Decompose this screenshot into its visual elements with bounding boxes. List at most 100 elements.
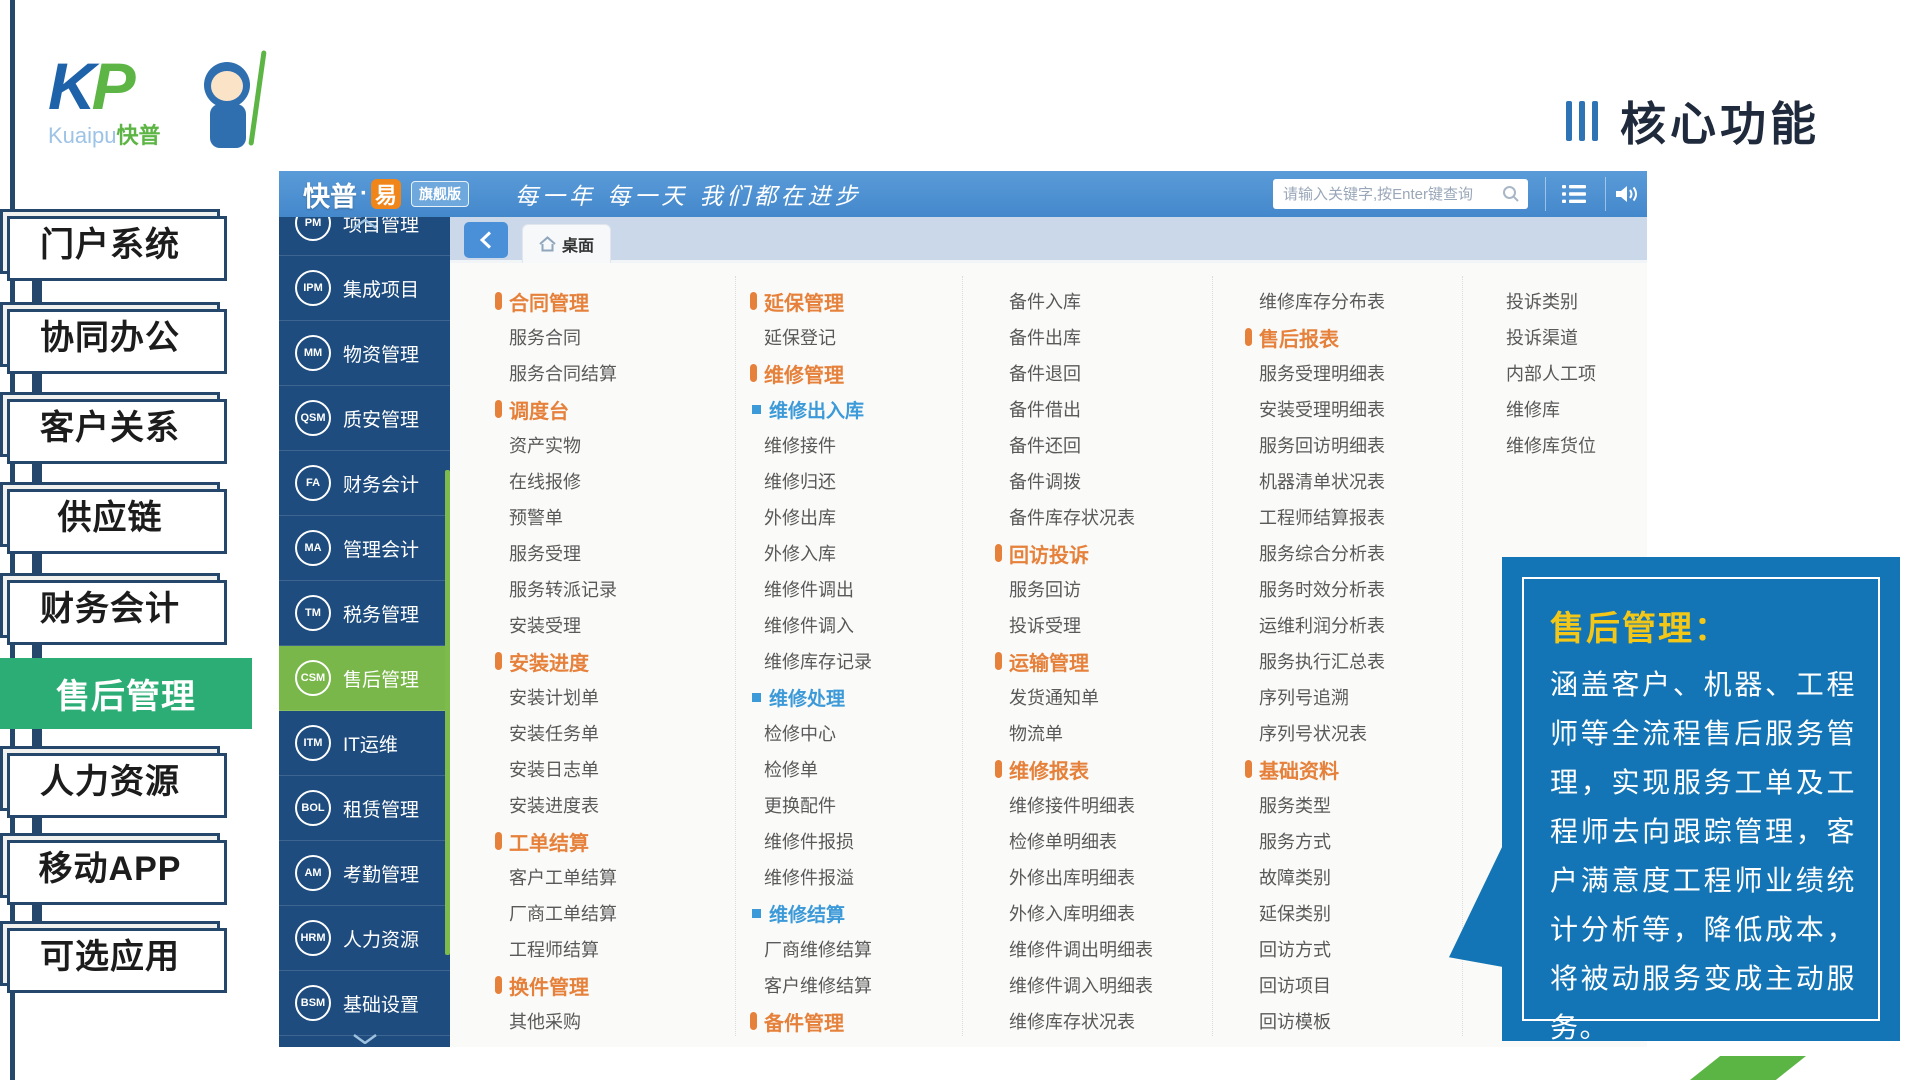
menu-item-维修件调入明细表[interactable]: 维修件调入明细表 bbox=[995, 972, 1153, 998]
menu-item-维修接件明细表[interactable]: 维修接件明细表 bbox=[995, 792, 1135, 818]
menu-item-维修件调入[interactable]: 维修件调入 bbox=[750, 612, 854, 638]
menu-item-安装进度表[interactable]: 安装进度表 bbox=[495, 792, 599, 818]
module-item-租赁管理[interactable]: BOL租赁管理 bbox=[279, 776, 450, 841]
module-item-质安管理[interactable]: QSM质安管理 bbox=[279, 386, 450, 451]
menu-item-维修接件[interactable]: 维修接件 bbox=[750, 432, 836, 458]
module-item-集成项目[interactable]: IPM集成项目 bbox=[279, 256, 450, 321]
menu-item-维修件调出明细表[interactable]: 维修件调出明细表 bbox=[995, 936, 1153, 962]
menu-item-故障类别[interactable]: 故障类别 bbox=[1245, 864, 1331, 890]
menu-item-检修单明细表[interactable]: 检修单明细表 bbox=[995, 828, 1117, 854]
menu-item-服务合同[interactable]: 服务合同 bbox=[495, 324, 581, 350]
menu-item-安装任务单[interactable]: 安装任务单 bbox=[495, 720, 599, 746]
menu-item-备件借出[interactable]: 备件借出 bbox=[995, 396, 1081, 422]
sidebar-item-协同办公[interactable]: 协同办公 bbox=[0, 302, 220, 367]
module-item-基础设置[interactable]: BSM基础设置 bbox=[279, 971, 450, 1036]
menu-item-预警单[interactable]: 预警单 bbox=[495, 504, 563, 530]
back-button[interactable] bbox=[464, 222, 508, 258]
menu-item-服务类型[interactable]: 服务类型 bbox=[1245, 792, 1331, 818]
menu-item-回访模板[interactable]: 回访模板 bbox=[1245, 1008, 1331, 1034]
sidebar-item-客户关系[interactable]: 客户关系 bbox=[0, 392, 220, 457]
menu-item-服务时效分析表[interactable]: 服务时效分析表 bbox=[1245, 576, 1385, 602]
menu-item-内部人工项[interactable]: 内部人工项 bbox=[1492, 360, 1596, 386]
menu-item-投诉渠道[interactable]: 投诉渠道 bbox=[1492, 324, 1578, 350]
menu-item-回访方式[interactable]: 回访方式 bbox=[1245, 936, 1331, 962]
menu-item-安装计划单[interactable]: 安装计划单 bbox=[495, 684, 599, 710]
module-item-物资管理[interactable]: MM物资管理 bbox=[279, 321, 450, 386]
search-box[interactable] bbox=[1273, 179, 1528, 209]
menu-item-客户维修结算[interactable]: 客户维修结算 bbox=[750, 972, 872, 998]
sidebar-item-人力资源[interactable]: 人力资源 bbox=[0, 746, 220, 811]
module-item-考勤管理[interactable]: AM考勤管理 bbox=[279, 841, 450, 906]
menu-item-延保登记[interactable]: 延保登记 bbox=[750, 324, 836, 350]
search-icon[interactable] bbox=[1502, 185, 1520, 203]
menu-item-外修入库[interactable]: 外修入库 bbox=[750, 540, 836, 566]
menu-item-物流单[interactable]: 物流单 bbox=[995, 720, 1063, 746]
menu-item-维修库存分布表[interactable]: 维修库存分布表 bbox=[1245, 288, 1385, 314]
menu-item-备件入库[interactable]: 备件入库 bbox=[995, 288, 1081, 314]
menu-item-序列号追溯[interactable]: 序列号追溯 bbox=[1245, 684, 1349, 710]
menu-item-服务回访[interactable]: 服务回访 bbox=[995, 576, 1081, 602]
menu-item-客户工单结算[interactable]: 客户工单结算 bbox=[495, 864, 617, 890]
chevron-up-icon[interactable] bbox=[279, 219, 450, 229]
tab-desktop[interactable]: 桌面 bbox=[522, 224, 611, 263]
menu-item-延保类别[interactable]: 延保类别 bbox=[1245, 900, 1331, 926]
menu-item-厂商工单结算[interactable]: 厂商工单结算 bbox=[495, 900, 617, 926]
menu-item-外修出库[interactable]: 外修出库 bbox=[750, 504, 836, 530]
module-item-IT运维[interactable]: ITMIT运维 bbox=[279, 711, 450, 776]
menu-item-在线报修[interactable]: 在线报修 bbox=[495, 468, 581, 494]
menu-item-维修件调出[interactable]: 维修件调出 bbox=[750, 576, 854, 602]
chevron-down-icon[interactable] bbox=[279, 1034, 450, 1044]
menu-item-更换配件[interactable]: 更换配件 bbox=[750, 792, 836, 818]
menu-item-维修库[interactable]: 维修库 bbox=[1492, 396, 1560, 422]
menu-item-备件库存状况表[interactable]: 备件库存状况表 bbox=[995, 504, 1135, 530]
menu-item-服务执行汇总表[interactable]: 服务执行汇总表 bbox=[1245, 648, 1385, 674]
menu-item-安装受理[interactable]: 安装受理 bbox=[495, 612, 581, 638]
menu-item-机器清单状况表[interactable]: 机器清单状况表 bbox=[1245, 468, 1385, 494]
menu-item-外修入库明细表[interactable]: 外修入库明细表 bbox=[995, 900, 1135, 926]
menu-item-服务方式[interactable]: 服务方式 bbox=[1245, 828, 1331, 854]
list-icon[interactable] bbox=[1560, 181, 1588, 207]
speaker-icon[interactable] bbox=[1614, 181, 1642, 207]
sidebar-scrollbar[interactable] bbox=[445, 470, 450, 955]
sidebar-item-财务会计[interactable]: 财务会计 bbox=[0, 573, 220, 638]
menu-item-外修出库明细表[interactable]: 外修出库明细表 bbox=[995, 864, 1135, 890]
menu-item-维修库存记录[interactable]: 维修库存记录 bbox=[750, 648, 872, 674]
menu-item-服务转派记录[interactable]: 服务转派记录 bbox=[495, 576, 617, 602]
menu-item-备件还回[interactable]: 备件还回 bbox=[995, 432, 1081, 458]
menu-item-安装受理明细表[interactable]: 安装受理明细表 bbox=[1245, 396, 1385, 422]
sidebar-item-售后管理[interactable]: 售后管理 bbox=[0, 658, 252, 729]
module-item-财务会计[interactable]: FA财务会计 bbox=[279, 451, 450, 516]
menu-item-其他采购[interactable]: 其他采购 bbox=[495, 1008, 581, 1034]
menu-item-工程师结算[interactable]: 工程师结算 bbox=[495, 936, 599, 962]
menu-item-资产实物[interactable]: 资产实物 bbox=[495, 432, 581, 458]
menu-item-投诉受理[interactable]: 投诉受理 bbox=[995, 612, 1081, 638]
menu-item-备件退回[interactable]: 备件退回 bbox=[995, 360, 1081, 386]
menu-item-工程师结算报表[interactable]: 工程师结算报表 bbox=[1245, 504, 1385, 530]
module-item-人力资源[interactable]: HRM人力资源 bbox=[279, 906, 450, 971]
menu-item-检修中心[interactable]: 检修中心 bbox=[750, 720, 836, 746]
menu-item-备件调拨[interactable]: 备件调拨 bbox=[995, 468, 1081, 494]
menu-item-厂商维修结算[interactable]: 厂商维修结算 bbox=[750, 936, 872, 962]
sidebar-item-供应链[interactable]: 供应链 bbox=[0, 482, 220, 547]
sidebar-item-门户系统[interactable]: 门户系统 bbox=[0, 209, 220, 274]
menu-item-维修库货位[interactable]: 维修库货位 bbox=[1492, 432, 1596, 458]
menu-item-投诉类别[interactable]: 投诉类别 bbox=[1492, 288, 1578, 314]
menu-item-安装日志单[interactable]: 安装日志单 bbox=[495, 756, 599, 782]
module-item-税务管理[interactable]: TM税务管理 bbox=[279, 581, 450, 646]
module-item-管理会计[interactable]: MA管理会计 bbox=[279, 516, 450, 581]
menu-item-维修件报损[interactable]: 维修件报损 bbox=[750, 828, 854, 854]
module-item-售后管理[interactable]: CSM售后管理 bbox=[279, 646, 450, 711]
menu-item-服务受理明细表[interactable]: 服务受理明细表 bbox=[1245, 360, 1385, 386]
menu-item-备件出库[interactable]: 备件出库 bbox=[995, 324, 1081, 350]
menu-item-服务回访明细表[interactable]: 服务回访明细表 bbox=[1245, 432, 1385, 458]
menu-item-运维利润分析表[interactable]: 运维利润分析表 bbox=[1245, 612, 1385, 638]
menu-item-回访项目[interactable]: 回访项目 bbox=[1245, 972, 1331, 998]
menu-item-维修库存状况表[interactable]: 维修库存状况表 bbox=[995, 1008, 1135, 1034]
sidebar-item-可选应用[interactable]: 可选应用 bbox=[0, 921, 220, 986]
menu-item-发货通知单[interactable]: 发货通知单 bbox=[995, 684, 1099, 710]
menu-item-服务综合分析表[interactable]: 服务综合分析表 bbox=[1245, 540, 1385, 566]
menu-item-序列号状况表[interactable]: 序列号状况表 bbox=[1245, 720, 1367, 746]
sidebar-item-移动APP[interactable]: 移动APP bbox=[0, 833, 220, 898]
menu-item-服务受理[interactable]: 服务受理 bbox=[495, 540, 581, 566]
menu-item-检修单[interactable]: 检修单 bbox=[750, 756, 818, 782]
